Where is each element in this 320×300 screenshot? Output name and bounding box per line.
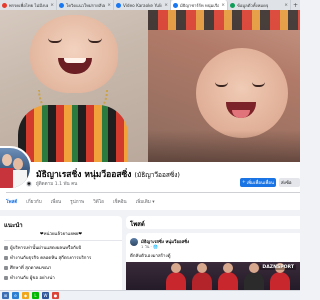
post-timestamp[interactable]: 1 วัน · 🌐 <box>141 244 158 250</box>
posts-header: โพสต์ <box>126 216 300 229</box>
message-button-label: ส่งข้อ <box>281 181 292 186</box>
intro-row: ศึกษาที่ สุภดาคมขณา <box>4 264 120 271</box>
work-icon <box>4 245 8 250</box>
intro-row: ทำงานกับ ผู้ขอ อย่างน่า <box>4 274 120 281</box>
intro-row-text[interactable]: ผู้บริหารเท่านั้นผ่านแสดงผลนหรือกับบิ <box>10 244 81 251</box>
work-icon <box>4 255 8 260</box>
tab-title: Video Karaoke Yulin <box>123 2 163 8</box>
add-friend-label: เพิ่มเพื่อนเพื่อน <box>246 181 275 186</box>
tab-favicon-icon <box>59 2 64 8</box>
header-divider <box>6 192 300 193</box>
intro-bio: ❤หน่วยแล้วยาแยพย❤ <box>39 232 83 237</box>
intro-row-text[interactable]: ศึกษาที่ สุภดาคมขณา <box>10 264 51 271</box>
edge-icon[interactable]: e <box>12 292 19 299</box>
browser-tab[interactable]: โควิดแนวใหม่รายสัปดาห์ 0 × <box>57 0 114 10</box>
cover-photo-left <box>0 10 148 162</box>
chrome-icon[interactable]: ● <box>52 292 59 299</box>
profile-name-text: มัธิญาเรสชิ่ง หนุ่มวีออสซิ่ง <box>36 170 132 180</box>
tab-close-icon[interactable]: × <box>107 3 111 8</box>
message-button[interactable]: ส่งข้อ <box>279 178 300 187</box>
tab-title: พรรคเพื่อไทย ไม่มีงบตอบ <box>9 2 48 8</box>
tab-videos[interactable]: วิดีโอ <box>93 199 104 206</box>
school-icon <box>4 265 8 270</box>
intro-title: แนะนำ <box>4 222 23 229</box>
new-tab-button[interactable]: + <box>291 0 300 10</box>
tab-checkins[interactable]: เช็คอิน <box>113 199 127 206</box>
tab-photos[interactable]: รูปภาพ <box>70 199 84 206</box>
tab-strip: พรรคเพื่อไทย ไม่มีงบตอบ × โควิดแนวใหม่รา… <box>0 0 300 10</box>
tab-title: มัธิญาชาร์ร์ห หนุ่มเรือ <box>180 2 220 8</box>
intro-row-text[interactable]: ทำงานกับ ผู้ขอ อย่างน่า <box>10 274 55 281</box>
intro-row: ทำงานกับธุรกิจ คลอดหิน สุกีตรงการบริการ <box>4 254 120 261</box>
profile-alt-name: (มัธิญาวีออสซิ่ง) <box>134 171 180 179</box>
intro-divider <box>4 240 122 241</box>
tab-favicon-icon <box>116 2 121 8</box>
add-friend-button[interactable]: + เพิ่มเพื่อนเพื่อน <box>240 178 276 187</box>
profile-name: มัธิญาเรสชิ่ง หนุ่มวีออสซิ่ง (มัธิญาวีออ… <box>36 167 236 181</box>
tab-favicon-icon <box>173 2 178 8</box>
tab-title: โควิดแนวใหม่รายสัปดาห์ 0 <box>66 2 105 8</box>
posts-title: โพสต์ <box>130 221 145 228</box>
tab-close-icon[interactable]: × <box>221 3 225 8</box>
browser-window: พรรคเพื่อไทย ไม่มีงบตอบ × โควิดแนวใหม่รา… <box>0 0 300 300</box>
tab-close-icon[interactable]: × <box>50 3 54 8</box>
tab-close-icon[interactable]: × <box>284 3 288 8</box>
tab-favicon-icon <box>230 2 235 8</box>
browser-tab[interactable]: พรรคเพื่อไทย ไม่มีงบตอบ × <box>0 0 57 10</box>
post-image-badge: DAZNSPORT <box>260 265 296 270</box>
taskbar: ⊞ e ◆ L W ● <box>0 290 300 300</box>
camera-icon[interactable]: ◉ <box>25 180 33 188</box>
intro-row-text[interactable]: ทำงานกับธุรกิจ คลอดหิน สุกีตรงการบริการ <box>10 254 91 261</box>
tab-friends[interactable]: เพื่อน <box>51 199 62 206</box>
add-friend-icon: + <box>241 180 246 185</box>
post-text: ดีกลับตัวเองมาสร้างตู้ <box>130 254 171 259</box>
profile-nav: โพสต์ เกี่ยวกับ เพื่อน รูปภาพ วิดีโอ เช็… <box>0 195 300 209</box>
tab-posts[interactable]: โพสต์ <box>6 199 17 206</box>
post-author-avatar[interactable] <box>130 238 138 246</box>
followers-count[interactable]: ผู้ติดตาม 1.1 พัน คน <box>36 181 77 188</box>
tab-more[interactable]: เพิ่มเติม ▾ <box>136 199 155 206</box>
browser-tab[interactable]: Video Karaoke Yulin × <box>114 0 171 10</box>
line-icon[interactable]: L <box>32 292 39 299</box>
start-icon[interactable]: ⊞ <box>2 292 9 299</box>
tab-close-icon[interactable]: × <box>164 3 168 8</box>
browser-tab[interactable]: ข้อมูลตัวทั้งหมดจุ × <box>228 0 291 10</box>
browser-tab-active[interactable]: มัธิญาชาร์ร์ห หนุ่มเรือ × <box>171 0 228 10</box>
tab-favicon-icon <box>2 2 7 8</box>
intro-row: ผู้บริหารเท่านั้นผ่านแสดงผลนหรือกับบิ <box>4 244 120 251</box>
folder-icon[interactable]: ◆ <box>22 292 29 299</box>
cover-photo[interactable] <box>0 10 300 162</box>
work-icon <box>4 275 8 280</box>
tab-about[interactable]: เกี่ยวกับ <box>26 199 41 206</box>
tab-title: ข้อมูลตัวทั้งหมดจุ <box>237 2 269 8</box>
intro-card: แนะนำ ❤หน่วยแล้วยาแยพย❤ ผู้บริหารเท่านั้… <box>0 216 122 300</box>
word-icon[interactable]: W <box>42 292 49 299</box>
